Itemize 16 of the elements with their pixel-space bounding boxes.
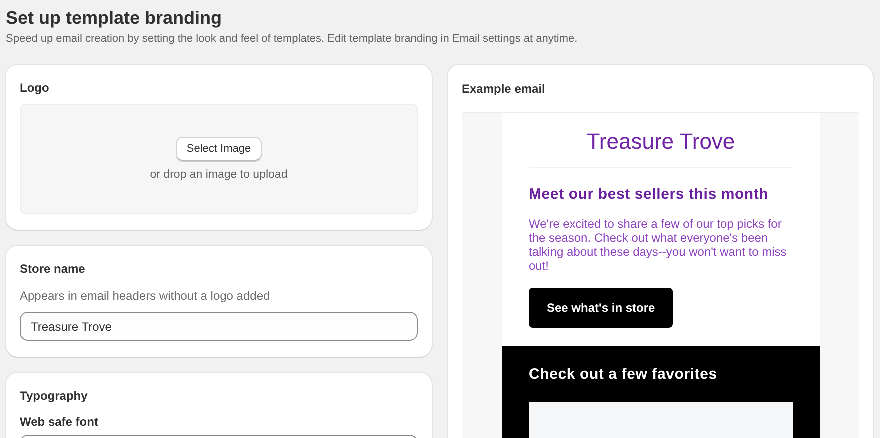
select-image-button[interactable]: Select Image <box>176 137 262 161</box>
see-store-button[interactable]: See what's in store <box>529 288 674 328</box>
typography-heading: Typography <box>20 389 89 403</box>
email-headline: Meet our best sellers this month <box>529 186 770 203</box>
drop-hint: or drop an image to upload <box>150 169 288 181</box>
favorites-heading: Check out a few favorites <box>529 366 718 383</box>
font-label: Web safe font <box>20 415 100 429</box>
email-text: We're excited to share a few of our top picks for the season. Check out what everyone's been talking about these days--you won't want to miss out! <box>529 217 788 273</box>
store-name-help: Appears in email headers without a logo added <box>20 289 272 303</box>
page-title: Set up template branding <box>6 8 224 29</box>
page-subtitle: Speed up email creation by setting the look and feel of templates. Edit template branding in Email settings at anytime. <box>6 33 579 45</box>
email-store-name: Treasure Trove <box>529 113 793 168</box>
store-name-field[interactable]: Treasure Trove <box>20 312 418 341</box>
image-drop-zone[interactable]: Select Image or drop an image to upload <box>20 104 418 214</box>
store-name-heading: Store name <box>20 262 86 276</box>
logo-heading: Logo <box>20 81 50 95</box>
